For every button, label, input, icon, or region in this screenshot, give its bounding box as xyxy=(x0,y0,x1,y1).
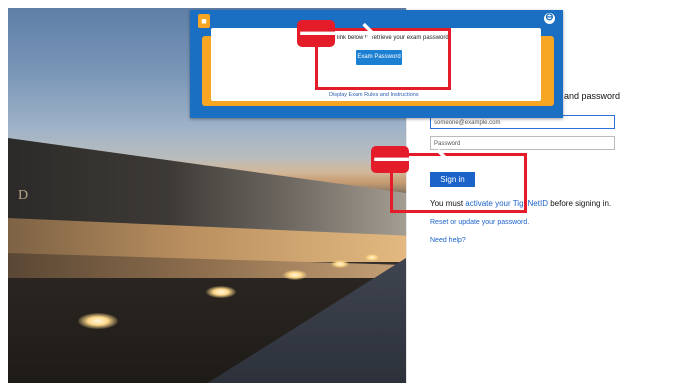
proctor-logo-icon: ■ xyxy=(198,14,210,28)
wall-letter: D xyxy=(18,188,29,203)
password-input[interactable]: Password xyxy=(430,136,615,150)
ground-light xyxy=(206,286,236,298)
reset-password-link[interactable]: Reset or update your password. xyxy=(430,219,529,226)
ground-light xyxy=(78,313,118,329)
exam-rules-link[interactable]: Display Exam Rules and Instructions xyxy=(329,92,419,98)
screenshot-frame: D and password someone@example.com Passw… xyxy=(0,0,696,383)
activation-notice-suffix: before signing in. xyxy=(547,199,612,208)
need-help-link[interactable]: Need help? xyxy=(430,237,466,244)
arrow-right-icon: 🡒 xyxy=(297,19,377,49)
sign-in-prompt: and password xyxy=(564,91,621,101)
activate-netid-link-tail[interactable]: NetID xyxy=(528,199,548,208)
ground-light xyxy=(283,270,307,280)
ground-light xyxy=(365,254,379,261)
ground-light xyxy=(331,260,349,268)
close-icon[interactable]: ⊖ xyxy=(544,13,555,24)
arrow-right-icon: 🡒 xyxy=(371,145,451,175)
